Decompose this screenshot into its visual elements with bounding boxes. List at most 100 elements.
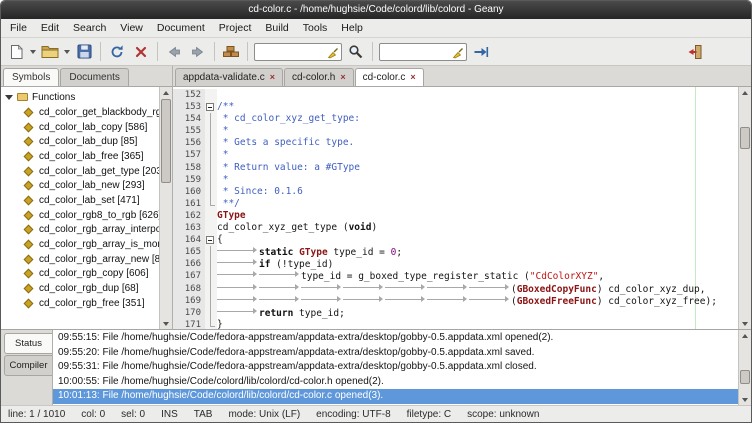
fold-margin[interactable]: [205, 89, 217, 101]
scrollbar-slider[interactable]: [740, 127, 750, 149]
scrollbar-slider[interactable]: [740, 370, 750, 384]
goto-line-button[interactable]: [469, 40, 493, 64]
fold-margin[interactable]: [205, 295, 217, 307]
titlebar[interactable]: cd-color.c - /home/hughsie/Code/colord/l…: [1, 1, 751, 19]
line-number[interactable]: 164: [173, 234, 205, 246]
code-text[interactable]: return type_id;: [217, 307, 738, 319]
nav-back-button[interactable]: [162, 40, 186, 64]
fold-margin[interactable]: [205, 101, 217, 113]
code-text[interactable]: * Gets a specific type.: [217, 137, 738, 149]
line-number[interactable]: 157: [173, 149, 205, 161]
code-text[interactable]: }: [217, 319, 738, 329]
line-number[interactable]: 161: [173, 198, 205, 210]
menu-item-build[interactable]: Build: [258, 20, 295, 36]
symbol-item[interactable]: cd_color_get_blackbody_rgb [97: [4, 105, 159, 120]
line-number[interactable]: 165: [173, 246, 205, 258]
code-text[interactable]: cd_color_xyz_get_type (void): [217, 222, 738, 234]
editor-scrollbar[interactable]: [738, 87, 751, 329]
save-file-button[interactable]: [72, 40, 96, 64]
line-number[interactable]: 162: [173, 210, 205, 222]
menu-item-search[interactable]: Search: [66, 20, 113, 36]
scroll-down-icon[interactable]: [160, 318, 172, 329]
code-text[interactable]: * cd_color_xyz_get_type:: [217, 113, 738, 125]
code-text[interactable]: GType: [217, 210, 738, 222]
fold-margin[interactable]: [205, 283, 217, 295]
search-input[interactable]: [255, 45, 323, 59]
symbol-item[interactable]: cd_color_lab_free [365]: [4, 149, 159, 164]
message-scrollbar[interactable]: [738, 330, 751, 405]
quit-button[interactable]: [683, 40, 707, 64]
editor-tab-appdata-validate.c[interactable]: appdata-validate.c×: [175, 68, 283, 86]
fold-margin[interactable]: [205, 258, 217, 270]
line-number[interactable]: 159: [173, 174, 205, 186]
message-row[interactable]: 09:55:31: File /home/hughsie/Code/fedora…: [53, 360, 738, 375]
code-text[interactable]: (GBoxedCopyFunc) cd_color_xyz_dup,: [217, 283, 738, 295]
line-number[interactable]: 158: [173, 162, 205, 174]
symbol-item[interactable]: cd_color_lab_new [293]: [4, 178, 159, 193]
fold-margin[interactable]: [205, 186, 217, 198]
message-row[interactable]: 09:55:20: File /home/hughsie/Code/fedora…: [53, 346, 738, 361]
line-number[interactable]: 156: [173, 137, 205, 149]
menu-item-project[interactable]: Project: [212, 20, 259, 36]
scroll-up-icon[interactable]: [160, 87, 172, 98]
open-file-dropdown[interactable]: [62, 40, 72, 64]
message-row[interactable]: 09:55:15: File /home/hughsie/Code/fedora…: [53, 331, 738, 346]
message-tab-compiler[interactable]: Compiler: [4, 355, 52, 376]
compile-button[interactable]: [219, 40, 243, 64]
tree-root-functions[interactable]: Functions: [4, 89, 159, 105]
code-text[interactable]: *: [217, 174, 738, 186]
fold-margin[interactable]: [205, 113, 217, 125]
scroll-up-icon[interactable]: [739, 87, 751, 98]
nav-forward-button[interactable]: [186, 40, 210, 64]
scroll-down-icon[interactable]: [739, 318, 751, 329]
revert-button[interactable]: [105, 40, 129, 64]
fold-margin[interactable]: [205, 307, 217, 319]
symbol-item[interactable]: cd_color_rgb8_to_rgb [626]: [4, 208, 159, 223]
sidebar-tab-symbols[interactable]: Symbols: [3, 68, 59, 86]
close-document-button[interactable]: [129, 40, 153, 64]
code-text[interactable]: /**: [217, 101, 738, 113]
editor-tab-cd-color.h[interactable]: cd-color.h×: [284, 68, 354, 86]
line-number[interactable]: 171: [173, 319, 205, 329]
code-text[interactable]: *: [217, 149, 738, 161]
fold-margin[interactable]: [205, 198, 217, 210]
scrollbar-slider[interactable]: [161, 99, 171, 183]
code-text[interactable]: * Since: 0.1.6: [217, 186, 738, 198]
symbol-item[interactable]: cd_color_rgb_free [351]: [4, 296, 159, 311]
fold-margin[interactable]: [205, 174, 217, 186]
code-editor[interactable]: 152153/**154 * cd_color_xyz_get_type:155…: [173, 87, 738, 329]
menu-item-view[interactable]: View: [113, 20, 150, 36]
symbol-item[interactable]: cd_color_lab_set [471]: [4, 193, 159, 208]
line-number[interactable]: 163: [173, 222, 205, 234]
fold-margin[interactable]: [205, 270, 217, 282]
new-file-dropdown[interactable]: [28, 40, 38, 64]
sidebar-scrollbar[interactable]: [159, 87, 172, 329]
line-number[interactable]: 155: [173, 125, 205, 137]
line-number[interactable]: 154: [173, 113, 205, 125]
scroll-up-icon[interactable]: [739, 330, 751, 341]
symbol-item[interactable]: cd_color_lab_get_type [203]: [4, 164, 159, 179]
code-text[interactable]: (GBoxedFreeFunc) cd_color_xyz_free);: [217, 295, 738, 307]
message-row[interactable]: 10:00:55: File /home/hughsie/Code/colord…: [53, 375, 738, 390]
editor-tab-cd-color.c[interactable]: cd-color.c×: [355, 68, 424, 86]
tab-close-icon[interactable]: ×: [410, 73, 415, 82]
fold-margin[interactable]: [205, 137, 217, 149]
line-number[interactable]: 166: [173, 258, 205, 270]
fold-toggle-icon[interactable]: [206, 236, 214, 244]
menu-item-document[interactable]: Document: [150, 20, 212, 36]
scroll-down-icon[interactable]: [739, 394, 751, 405]
code-text[interactable]: * Return value: a #GType: [217, 162, 738, 174]
fold-margin[interactable]: [205, 125, 217, 137]
fold-margin[interactable]: [205, 210, 217, 222]
code-text[interactable]: type_id = g_boxed_type_register_static (…: [217, 270, 738, 282]
code-text[interactable]: if (!type_id): [217, 258, 738, 270]
menu-item-file[interactable]: File: [3, 20, 34, 36]
message-tab-status[interactable]: Status: [4, 333, 52, 354]
symbol-item[interactable]: cd_color_rgb_array_interpolate [9: [4, 223, 159, 238]
code-text[interactable]: static GType type_id = 0;: [217, 246, 738, 258]
new-file-button[interactable]: [4, 40, 28, 64]
line-number[interactable]: 160: [173, 186, 205, 198]
fold-margin[interactable]: [205, 162, 217, 174]
symbol-item[interactable]: cd_color_lab_copy [586]: [4, 120, 159, 135]
line-number[interactable]: 169: [173, 295, 205, 307]
